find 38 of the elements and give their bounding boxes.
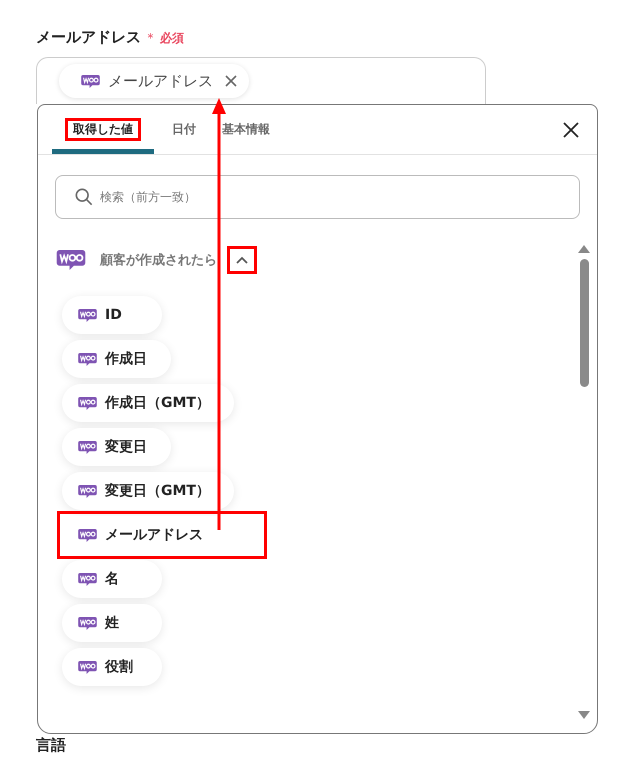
group-title: 顧客が作成されたら bbox=[100, 251, 217, 269]
search-icon bbox=[75, 188, 93, 206]
woo-logo-icon bbox=[78, 660, 97, 674]
field-label: メールアドレス bbox=[36, 28, 141, 47]
list-item[interactable]: 作成日 bbox=[62, 340, 171, 378]
list-item[interactable]: 変更日 bbox=[62, 428, 171, 466]
tab[interactable]: 取得した値 bbox=[52, 105, 154, 154]
woo-logo-icon bbox=[78, 352, 97, 366]
search-field[interactable]: 検索（前方一致） bbox=[55, 175, 580, 219]
scroll-up-icon[interactable] bbox=[578, 245, 590, 253]
list-item[interactable]: 作成日（GMT） bbox=[62, 384, 234, 422]
collapse-button[interactable] bbox=[227, 246, 257, 274]
remove-icon[interactable] bbox=[225, 75, 237, 87]
woo-logo-icon bbox=[78, 484, 97, 498]
required-text: 必須 bbox=[160, 30, 184, 47]
required-mark: ＊ bbox=[144, 30, 157, 47]
chip-label: メールアドレス bbox=[108, 72, 213, 90]
list-item[interactable]: 姓 bbox=[62, 604, 162, 642]
woo-logo-icon bbox=[78, 616, 97, 630]
field-label: 言語 bbox=[36, 736, 67, 755]
woo-logo-icon bbox=[56, 250, 86, 270]
woo-logo-icon bbox=[78, 528, 97, 542]
list-item[interactable]: 役割 bbox=[62, 648, 162, 686]
woo-logo-icon bbox=[78, 572, 97, 586]
tab[interactable]: 日付 bbox=[164, 105, 204, 154]
woo-logo-icon bbox=[78, 396, 97, 410]
tab[interactable]: 基本情報 bbox=[214, 105, 278, 154]
scroll-down-icon[interactable] bbox=[578, 711, 590, 719]
list-item[interactable]: ID bbox=[62, 296, 162, 334]
scroll-thumb[interactable] bbox=[580, 259, 588, 387]
input-field[interactable]: メールアドレス bbox=[36, 57, 486, 104]
list-item[interactable]: 名 bbox=[62, 560, 162, 598]
woo-logo-icon bbox=[78, 308, 97, 322]
woo-logo-icon bbox=[78, 440, 97, 454]
chevron-icon bbox=[236, 256, 248, 264]
list-item[interactable]: 変更日（GMT） bbox=[62, 472, 234, 510]
close-icon[interactable] bbox=[563, 122, 579, 138]
woo-logo-icon bbox=[81, 74, 100, 88]
